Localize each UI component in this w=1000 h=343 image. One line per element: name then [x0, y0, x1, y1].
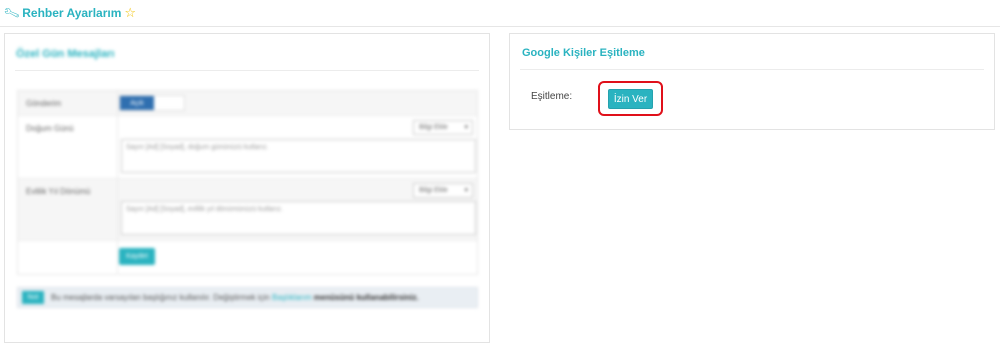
- divider: [117, 241, 118, 275]
- chevron-down-icon: ▾: [464, 124, 468, 131]
- table-row: [18, 241, 477, 275]
- info-alert: Not Bu mesajlarda varsayılan başlığınız …: [17, 287, 478, 308]
- insert-field-select[interactable]: Bilgi Ekle ▾: [413, 120, 473, 135]
- table-row: Doğum Günü Bilgi Ekle ▾ Sayın [Ad] [Soya…: [18, 116, 477, 179]
- toggle-on-label: Açık: [120, 96, 154, 110]
- table-row: Gönderim Açık: [18, 91, 477, 116]
- insert-field-select[interactable]: Bilgi Ekle ▾: [413, 183, 473, 198]
- row-label: Evlilik Yıl Dönümü: [26, 187, 91, 196]
- settings-table: Gönderim Açık Doğum Günü Bilgi Ekle ▾ Sa…: [17, 90, 478, 275]
- info-text: Bu mesajlarda varsayılan başlığınız kull…: [51, 293, 419, 302]
- row-label: Doğum Günü: [26, 124, 74, 133]
- note-badge: Not: [22, 291, 44, 304]
- table-row: Evlilik Yıl Dönümü Bilgi Ekle ▾ Sayın [A…: [18, 179, 477, 241]
- send-toggle[interactable]: Açık: [119, 95, 185, 111]
- anniversary-message-textarea[interactable]: Sayın [Ad] [Soyad], evlilik yıl dönümünü…: [121, 201, 476, 235]
- headers-link[interactable]: Başlıklarım: [272, 293, 312, 302]
- blurred-content: Gönderim Açık Doğum Günü Bilgi Ekle ▾ Sa…: [5, 34, 489, 342]
- sync-label: Eşitleme:: [531, 91, 573, 102]
- birthday-message-textarea[interactable]: Sayın [Ad] [Soyad], doğum gününüzü kutla…: [121, 139, 476, 173]
- select-value: Bilgi Ekle: [419, 187, 448, 194]
- star-outline-icon[interactable]: ☆: [124, 5, 136, 21]
- row-label: Gönderim: [26, 99, 62, 108]
- google-contacts-sync-panel: Google Kişiler Eşitleme Eşitleme: İzin V…: [509, 33, 995, 130]
- select-value: Bilgi Ekle: [419, 124, 448, 131]
- page-header: 🔧︎ Rehber Ayarlarım ☆: [0, 0, 1000, 27]
- page-title: Rehber Ayarlarım: [22, 6, 122, 20]
- special-day-messages-panel: Özel Gün Mesajları Gönderim Açık Doğum G…: [4, 33, 490, 343]
- allow-button[interactable]: İzin Ver: [608, 89, 653, 109]
- wrench-icon: 🔧︎: [2, 3, 22, 23]
- save-button[interactable]: Kaydet: [119, 248, 155, 265]
- chevron-down-icon: ▾: [464, 187, 468, 194]
- divider: [117, 91, 118, 115]
- divider: [520, 69, 984, 70]
- divider: [117, 179, 118, 240]
- panel-title: Google Kişiler Eşitleme: [522, 47, 645, 59]
- divider: [117, 116, 118, 178]
